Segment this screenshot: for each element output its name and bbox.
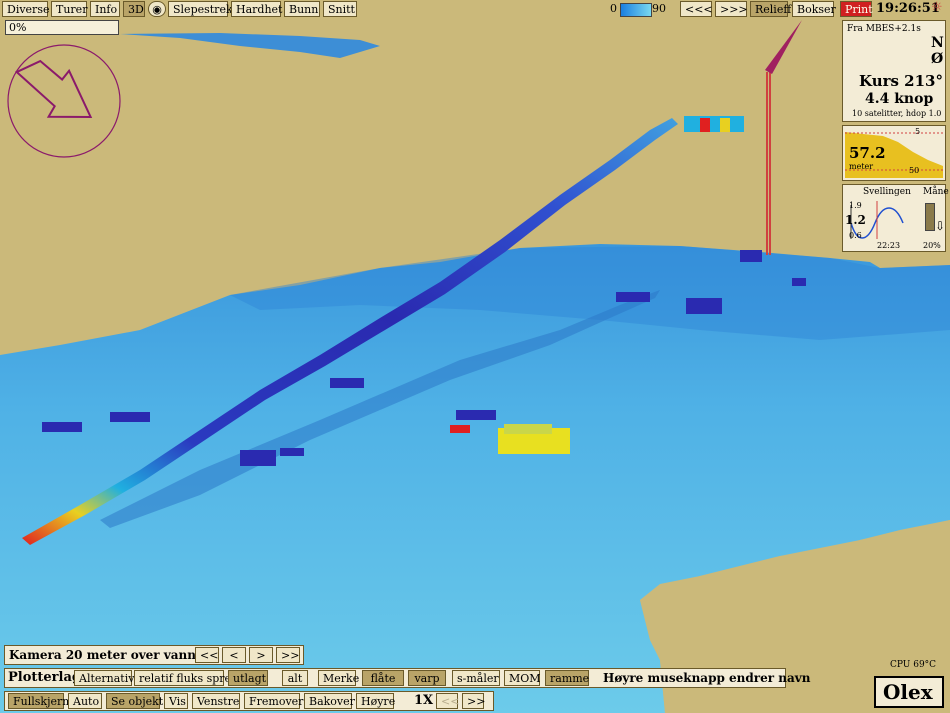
layer-utlagt[interactable]: utlagt — [228, 670, 268, 686]
speed-readout: 4.4 knop — [865, 91, 934, 107]
tide-panel[interactable]: Svellingen Måne 1.9 1.2 0.6 22:23 ⇩ 20% — [842, 184, 949, 252]
tide-location: Svellingen — [863, 187, 911, 197]
menu-bunn[interactable]: Bunn — [284, 1, 320, 17]
fullscreen-button[interactable]: Fullskjerm — [8, 693, 73, 709]
tide-current: 1.2 — [845, 213, 866, 227]
moon-arrow-icon: ⇩ — [935, 219, 946, 233]
faster-button[interactable]: >> — [462, 693, 485, 709]
logo-text: Olex — [883, 680, 933, 704]
progress-label: 0% — [9, 21, 27, 34]
menu-diverse[interactable]: Diverse — [2, 1, 49, 17]
menu-3d[interactable]: 3D — [123, 1, 145, 17]
venstre-button[interactable]: Venstre — [192, 693, 240, 709]
tide-max: 1.9 — [849, 201, 862, 210]
data-source: Fra MBES+2.1s — [847, 24, 921, 34]
moon-percent: 20% — [923, 241, 941, 250]
depth-scale-bottom: 50 — [909, 166, 920, 175]
menu-snitt[interactable]: Snitt — [323, 1, 357, 17]
tide-time: 22:23 — [877, 241, 901, 250]
navigation-status-panel: Fra MBES+2.1s N Ø Kurs 213° 4.4 knop 10 … — [842, 20, 946, 122]
plotter-title: Plotterlag — [8, 670, 81, 685]
menu-slepestrek[interactable]: Slepestrek — [168, 1, 233, 17]
layer-alternativ[interactable]: Alternativ — [74, 670, 134, 686]
north-indicator: N — [931, 35, 944, 51]
menu-turer[interactable]: Turer — [51, 1, 87, 17]
camera-up[interactable]: > — [249, 647, 273, 663]
depth-panel[interactable]: 57.2 meter 5 50 — [842, 125, 946, 181]
print-button[interactable]: Print — [840, 1, 873, 17]
cpu-temperature: CPU 69°C — [890, 660, 937, 670]
layer-alt[interactable]: alt — [282, 670, 308, 686]
se-objekt-button[interactable]: Se objekt — [106, 693, 163, 709]
layer-merke[interactable]: Merke — [318, 670, 359, 686]
course-readout: Kurs 213° — [859, 72, 943, 90]
depth-unit: meter — [849, 162, 874, 171]
olex-logo: Olex — [874, 676, 944, 708]
slower-button[interactable]: << — [436, 693, 459, 709]
layer-ramme[interactable]: ramme — [545, 670, 589, 686]
speed-multiplier: 1X — [414, 693, 434, 708]
depth-scale-top: 5 — [915, 127, 921, 136]
camera-label: Kamera 20 meter over vann — [9, 648, 197, 662]
tide-min: 0.6 — [849, 231, 862, 240]
menu-info[interactable]: Info — [90, 1, 120, 17]
camera-down[interactable]: < — [222, 647, 246, 663]
nav-back-button[interactable]: <<< — [680, 1, 713, 17]
bokser-button[interactable]: Bokser — [792, 1, 836, 17]
satellite-info: 10 satelitter, hdop 1.0 — [852, 109, 942, 118]
camera-down-fast[interactable]: << — [195, 647, 219, 663]
relief-button[interactable]: Relieff — [750, 1, 791, 17]
nav-forward-button[interactable]: >>> — [715, 1, 748, 17]
vis-button[interactable]: Vis — [164, 693, 188, 709]
sun-icon[interactable]: ☼ — [931, 0, 943, 15]
layer-flate[interactable]: flåte — [362, 670, 404, 686]
auto-button[interactable]: Auto — [68, 693, 102, 709]
fremover-button[interactable]: Fremover — [244, 693, 303, 709]
hoyre-button[interactable]: Høyre — [356, 693, 395, 709]
depth-value: 57.2 — [849, 144, 886, 162]
camera-up-fast[interactable]: >> — [276, 647, 300, 663]
seabed-3d-view[interactable] — [0, 0, 950, 713]
layer-mom[interactable]: MOM — [504, 670, 541, 686]
plotter-hint: Høyre museknapp endrer navn — [603, 671, 811, 685]
scale-max: 90 — [652, 2, 666, 15]
progress-bar: 0% — [5, 20, 119, 35]
moon-phase-bar — [925, 203, 935, 231]
color-scale-bar[interactable] — [620, 3, 652, 17]
moon-label: Måne — [923, 187, 949, 197]
bakover-button[interactable]: Bakover — [304, 693, 355, 709]
east-indicator: Ø — [931, 51, 944, 67]
menu-hardhet[interactable]: Hardhet — [231, 1, 282, 17]
layer-varp[interactable]: varp — [408, 670, 446, 686]
scale-min: 0 — [610, 2, 617, 15]
layer-s-maler[interactable]: s-måler — [452, 670, 500, 686]
layer-relatif-fluks-spred[interactable]: relatif fluks spred — [134, 670, 238, 686]
target-icon[interactable]: ◉ — [148, 1, 166, 17]
